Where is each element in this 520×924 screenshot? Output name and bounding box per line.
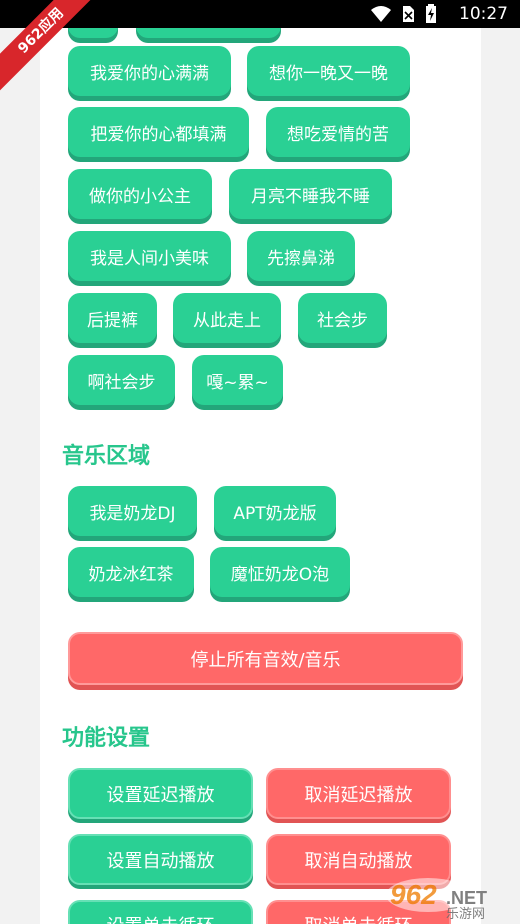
effect-button[interactable]: 把爱你的心都填满 (68, 107, 249, 157)
stop-all-button[interactable]: 停止所有音效/音乐 (68, 632, 463, 685)
effect-button[interactable]: 我是人间小美味 (68, 231, 231, 281)
watermark-sub: 乐游网 (446, 907, 485, 920)
cancel-delay-play-button[interactable]: 取消延迟播放 (266, 768, 451, 819)
effect-button[interactable]: 想吃爱情的苦 (266, 107, 410, 157)
music-button[interactable]: APT奶龙版 (214, 486, 336, 536)
no-sim-icon (403, 6, 414, 22)
effect-button-partial-1[interactable] (68, 28, 118, 38)
main-panel[interactable]: 我爱你的心满满 想你一晚又一晚 把爱你的心都填满 想吃爱情的苦 做你的小公主 月… (40, 28, 481, 924)
music-section-title: 音乐区域 (62, 444, 151, 469)
set-auto-play-button[interactable]: 设置自动播放 (68, 834, 253, 885)
effect-button[interactable]: 做你的小公主 (68, 169, 212, 219)
status-time: 10:27 (459, 4, 508, 24)
effect-button[interactable]: 先擦鼻涕 (247, 231, 355, 281)
music-button[interactable]: 魔怔奶龙O泡 (210, 547, 350, 597)
effect-button[interactable]: 从此走上 (173, 293, 281, 343)
effect-button[interactable]: 我爱你的心满满 (68, 46, 231, 96)
effect-button[interactable]: 月亮不睡我不睡 (229, 169, 392, 219)
effect-button[interactable]: 啊社会步 (68, 355, 175, 405)
status-icons (370, 4, 438, 24)
watermark-suffix: .NET (446, 888, 487, 908)
effect-button[interactable]: 社会步 (298, 293, 387, 343)
battery-charging-icon (426, 4, 436, 23)
set-click-loop-button[interactable]: 设置单击循环 (68, 900, 253, 924)
settings-section-title: 功能设置 (62, 726, 151, 751)
set-delay-play-button[interactable]: 设置延迟播放 (68, 768, 253, 819)
music-button[interactable]: 我是奶龙DJ (68, 486, 197, 536)
effect-button[interactable]: 想你一晚又一晚 (247, 46, 410, 96)
wifi-icon (371, 6, 391, 22)
effect-button-partial-2[interactable] (136, 28, 281, 38)
effect-button[interactable]: 嘎~累~ (192, 355, 283, 405)
music-button[interactable]: 奶龙冰红茶 (68, 547, 194, 597)
effect-button[interactable]: 后提裤 (68, 293, 157, 343)
watermark-number: 962 (390, 879, 437, 910)
site-watermark-logo: 962 .NET 乐游网 (384, 874, 514, 922)
